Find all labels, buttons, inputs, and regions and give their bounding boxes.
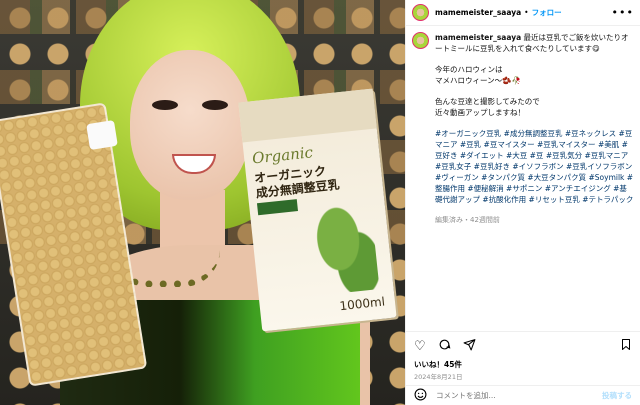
edited-label: 編集済み・42週間前 [435,216,500,224]
likes-count[interactable]: いいね！45件 [414,359,462,370]
soymilk-carton: Organic オーガニック 成分無調整豆乳 1000ml [238,88,397,332]
comment-input[interactable] [434,390,595,401]
caption-video-note: 色んな豆達と撮影してみたので 近々動画アップしますね！ [435,97,540,117]
post-side-panel: mamemeister_saaya • フォロー ••• mamemeister… [405,0,640,405]
carton-title: オーガニック 成分無調整豆乳 [253,163,341,201]
caption-username[interactable]: mamemeister_saaya [435,33,521,42]
soy-plant-illustration [310,199,380,296]
caption-area: mamemeister_saaya 最近は豆乳でご飯を炊いたりオートミールに豆乳… [406,26,640,351]
post-photo[interactable]: Organic オーガニック 成分無調整豆乳 1000ml [0,0,405,405]
header-username[interactable]: mamemeister_saaya [435,8,521,17]
caption-halloween: 今年のハロウィンは マメハロウィーン～🫘🥀 [435,65,521,85]
follow-button[interactable]: フォロー [532,7,562,18]
heart-icon[interactable]: ♡ [414,339,426,354]
caption-text: mamemeister_saaya 最近は豆乳でご飯を炊いたりオートミールに豆乳… [435,32,634,345]
separator-dot: • [524,8,529,17]
post-date[interactable]: 2024年8月21日 [414,371,462,381]
instagram-post: Organic オーガニック 成分無調整豆乳 1000ml mamemeiste… [0,0,640,405]
carton-volume: 1000ml [338,294,386,314]
emoji-icon[interactable] [414,388,427,403]
carton-brand: Organic [251,143,314,168]
face [130,50,250,200]
caption-avatar[interactable] [412,32,429,49]
bottle-cap [86,119,118,151]
comment-bar: 投稿する [406,385,640,405]
share-icon[interactable] [463,338,476,355]
post-comment-button[interactable]: 投稿する [602,390,632,401]
post-header: mamemeister_saaya • フォロー ••• [406,0,640,26]
more-options-icon[interactable]: ••• [612,6,634,19]
avatar[interactable] [412,4,429,21]
bookmark-icon[interactable] [620,338,632,355]
caption-hashtags[interactable]: #オーガニック豆乳 #成分無調整豆乳 #豆ネックレス #豆マニア #豆乳 #豆マ… [435,128,634,205]
comment-icon[interactable] [438,338,451,355]
action-bar: ♡ [406,331,640,361]
